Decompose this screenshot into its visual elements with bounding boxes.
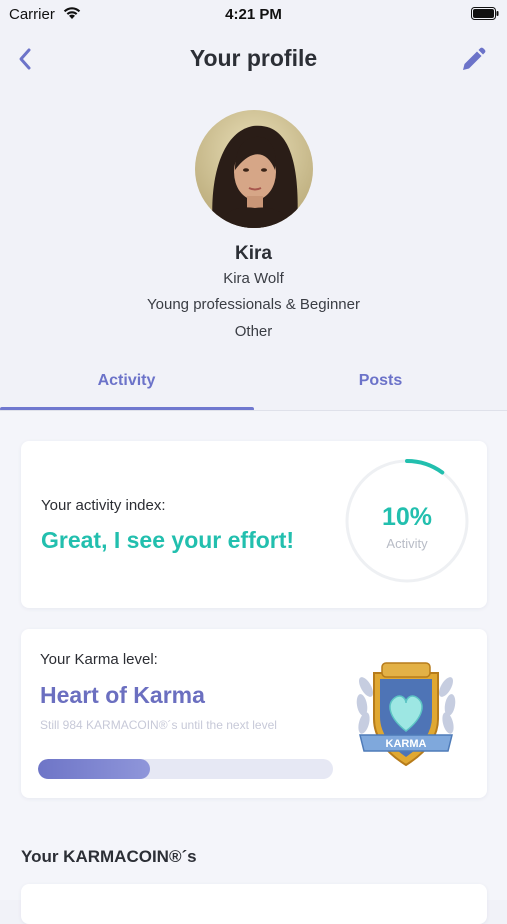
edit-pencil-icon[interactable] [459,46,487,74]
profile-name: Kira [235,243,272,264]
karma-badge-text: KARMA [386,738,427,750]
avatar-photo [195,110,313,228]
activity-card: Your activity index: Great, I see your e… [21,441,487,608]
activity-caption: Activity [386,536,428,551]
tabs-divider [0,410,507,411]
page-title: Your profile [189,45,318,71]
karma-level-label: Your Karma level: [40,651,158,668]
activity-index-label: Your activity index: [41,497,166,514]
tab-activity[interactable]: Activity [0,360,253,412]
profile-other: Other [234,323,273,340]
battery-icon [471,7,499,20]
karma-card: Your Karma level: Heart of Karma Still 9… [21,629,487,798]
karmacoins-card[interactable] [21,884,487,924]
karmacoins-heading: Your KARMACOIN®´s [21,847,197,866]
activity-percent: 10% [381,503,433,531]
karma-level-name: Heart of Karma [40,682,205,708]
avatar [195,110,313,228]
karma-badge-icon: KARMA [356,662,456,767]
status-bar: Carrier 4:21 PM [0,0,507,28]
profile-group: Young professionals & Beginner [147,296,360,313]
karma-progress-bar [38,759,333,779]
profile-full-name: Kira Wolf [223,270,284,287]
profile-tabs: Activity Posts [0,360,507,412]
tab-posts[interactable]: Posts [254,360,507,412]
karma-remaining-text: Still 984 KARMACOIN®´s until the next le… [40,718,277,732]
karma-progress-fill [38,759,151,779]
status-time: 4:21 PM [225,6,282,23]
activity-message: Great, I see your effort! [41,527,295,553]
